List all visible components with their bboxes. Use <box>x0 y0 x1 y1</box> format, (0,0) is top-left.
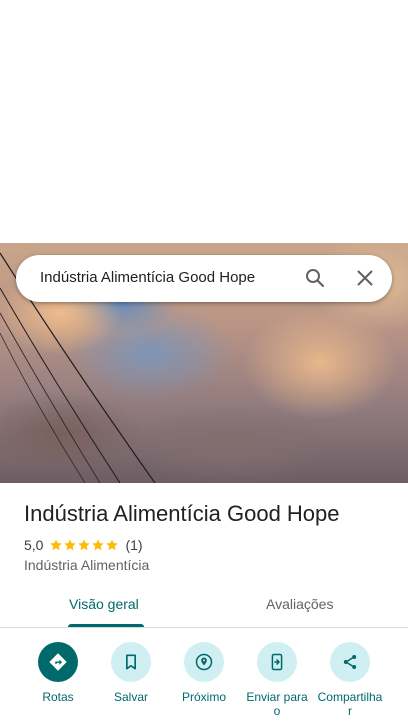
search-bar[interactable]: Indústria Alimentícia Good Hope <box>16 255 392 302</box>
tab-reviews[interactable]: Avaliações <box>266 596 333 612</box>
nearby-button[interactable]: Próximo <box>167 640 241 704</box>
save-label: Salvar <box>113 690 148 704</box>
star-icon <box>106 539 119 551</box>
review-count[interactable]: (1) <box>125 537 142 553</box>
save-button[interactable]: Salvar <box>94 640 168 704</box>
rating-row[interactable]: 5,0 (1) <box>24 536 143 554</box>
tab-bar: Visão geral Avaliações <box>0 585 408 628</box>
star-icon <box>50 539 63 551</box>
search-input[interactable]: Indústria Alimentícia Good Hope <box>40 269 290 286</box>
star-rating <box>49 538 119 552</box>
nearby-label: Próximo <box>181 690 226 704</box>
send-to-phone-icon <box>271 653 283 671</box>
star-icon <box>92 539 105 551</box>
send-to-phone-circle <box>257 642 297 682</box>
directions-circle <box>38 642 78 682</box>
place-title: Indústria Alimentícia Good Hope <box>24 501 340 526</box>
save-circle <box>111 642 151 682</box>
action-bar: Rotas Salvar Próximo Enviar para o Compa… <box>0 640 408 726</box>
map-blank-area <box>0 0 408 243</box>
share-button[interactable]: Compartilha r <box>313 640 387 718</box>
tab-overview[interactable]: Visão geral <box>69 596 139 612</box>
share-circle <box>330 642 370 682</box>
close-icon[interactable] <box>353 266 377 290</box>
tab-selected-indicator <box>68 624 144 627</box>
rating-value: 5,0 <box>24 537 44 553</box>
star-icon <box>64 539 77 551</box>
directions-button[interactable]: Rotas <box>21 640 95 704</box>
share-label: Compartilha r <box>317 690 383 718</box>
share-icon <box>343 655 357 669</box>
directions-icon <box>49 653 67 671</box>
nearby-icon <box>195 653 213 671</box>
nearby-circle <box>184 642 224 682</box>
bookmark-icon <box>126 654 136 670</box>
send-to-phone-label: Enviar para o <box>246 690 308 718</box>
send-to-phone-button[interactable]: Enviar para o <box>240 640 314 718</box>
directions-label: Rotas <box>42 690 74 704</box>
star-icon <box>78 539 91 551</box>
place-category: Indústria Alimentícia <box>24 557 150 573</box>
search-icon[interactable] <box>303 266 327 290</box>
